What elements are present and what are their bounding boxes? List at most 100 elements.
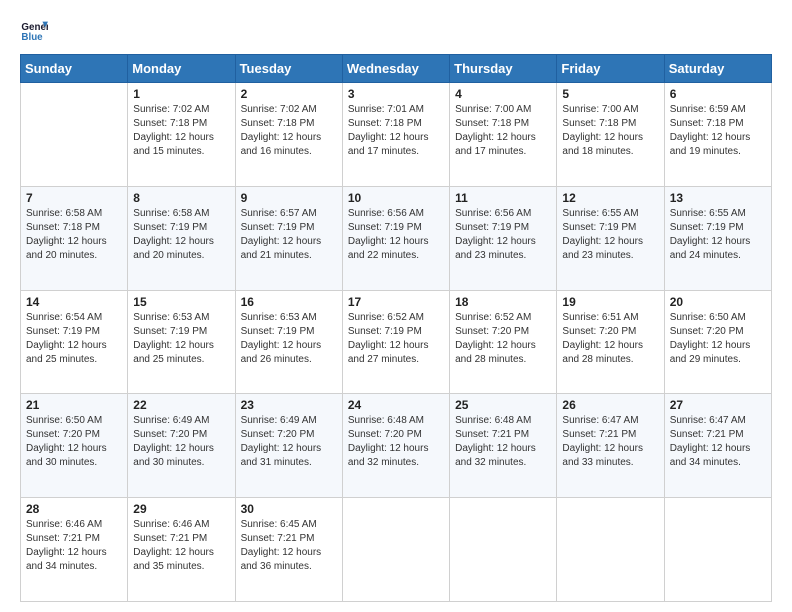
week-row: 14 Sunrise: 6:54 AM Sunset: 7:19 PM Dayli… bbox=[21, 290, 772, 394]
calendar-cell bbox=[450, 498, 557, 602]
header-day: Thursday bbox=[450, 55, 557, 83]
day-number: 2 bbox=[241, 87, 337, 101]
day-info: Sunrise: 6:56 AM Sunset: 7:19 PM Dayligh… bbox=[348, 207, 444, 263]
calendar-cell: 2 Sunrise: 7:02 AM Sunset: 7:18 PM Daylig… bbox=[235, 83, 342, 187]
day-info: Sunrise: 6:50 AM Sunset: 7:20 PM Dayligh… bbox=[670, 311, 766, 367]
day-number: 19 bbox=[562, 295, 658, 309]
calendar-cell: 24 Sunrise: 6:48 AM Sunset: 7:20 PM Dayli… bbox=[342, 394, 449, 498]
header-row: SundayMondayTuesdayWednesdayThursdayFrid… bbox=[21, 55, 772, 83]
day-number: 30 bbox=[241, 502, 337, 516]
day-number: 20 bbox=[670, 295, 766, 309]
day-info: Sunrise: 6:59 AM Sunset: 7:18 PM Dayligh… bbox=[670, 103, 766, 159]
day-number: 23 bbox=[241, 398, 337, 412]
calendar-cell: 1 Sunrise: 7:02 AM Sunset: 7:18 PM Daylig… bbox=[128, 83, 235, 187]
header-day: Saturday bbox=[664, 55, 771, 83]
day-number: 3 bbox=[348, 87, 444, 101]
day-info: Sunrise: 6:56 AM Sunset: 7:19 PM Dayligh… bbox=[455, 207, 551, 263]
calendar-cell: 9 Sunrise: 6:57 AM Sunset: 7:19 PM Daylig… bbox=[235, 186, 342, 290]
calendar-cell: 29Sunrise: 6:46 AM Sunset: 7:21 PM Dayli… bbox=[128, 498, 235, 602]
week-row: 7Sunrise: 6:58 AM Sunset: 7:18 PM Daylig… bbox=[21, 186, 772, 290]
day-number: 4 bbox=[455, 87, 551, 101]
calendar-cell: 16Sunrise: 6:53 AM Sunset: 7:19 PM Dayli… bbox=[235, 290, 342, 394]
day-info: Sunrise: 6:53 AM Sunset: 7:19 PM Dayligh… bbox=[241, 311, 337, 367]
day-info: Sunrise: 7:00 AM Sunset: 7:18 PM Dayligh… bbox=[455, 103, 551, 159]
calendar-cell: 4 Sunrise: 7:00 AM Sunset: 7:18 PM Daylig… bbox=[450, 83, 557, 187]
calendar-cell: 23Sunrise: 6:49 AM Sunset: 7:20 PM Dayli… bbox=[235, 394, 342, 498]
day-info: Sunrise: 6:48 AM Sunset: 7:21 PM Dayligh… bbox=[455, 414, 551, 470]
day-number: 6 bbox=[670, 87, 766, 101]
day-info: Sunrise: 6:47 AM Sunset: 7:21 PM Dayligh… bbox=[670, 414, 766, 470]
day-number: 17 bbox=[348, 295, 444, 309]
calendar-cell bbox=[557, 498, 664, 602]
calendar-cell: 17 Sunrise: 6:52 AM Sunset: 7:19 PM Dayli… bbox=[342, 290, 449, 394]
day-info: Sunrise: 6:53 AM Sunset: 7:19 PM Dayligh… bbox=[133, 311, 229, 367]
calendar-cell: 21 Sunrise: 6:50 AM Sunset: 7:20 PM Dayli… bbox=[21, 394, 128, 498]
calendar-cell: 25 Sunrise: 6:48 AM Sunset: 7:21 PM Dayli… bbox=[450, 394, 557, 498]
day-number: 25 bbox=[455, 398, 551, 412]
day-number: 11 bbox=[455, 191, 551, 205]
calendar-cell: 20 Sunrise: 6:50 AM Sunset: 7:20 PM Dayli… bbox=[664, 290, 771, 394]
page: General Blue SundayMondayTuesdayWednesda… bbox=[0, 0, 792, 612]
day-number: 12 bbox=[562, 191, 658, 205]
day-info: Sunrise: 7:02 AM Sunset: 7:18 PM Dayligh… bbox=[241, 103, 337, 159]
calendar-cell: 10Sunrise: 6:56 AM Sunset: 7:19 PM Dayli… bbox=[342, 186, 449, 290]
day-number: 9 bbox=[241, 191, 337, 205]
header-day: Tuesday bbox=[235, 55, 342, 83]
header-day: Friday bbox=[557, 55, 664, 83]
day-number: 15 bbox=[133, 295, 229, 309]
day-number: 27 bbox=[670, 398, 766, 412]
calendar-cell: 15 Sunrise: 6:53 AM Sunset: 7:19 PM Dayli… bbox=[128, 290, 235, 394]
day-info: Sunrise: 6:49 AM Sunset: 7:20 PM Dayligh… bbox=[133, 414, 229, 470]
svg-text:Blue: Blue bbox=[21, 32, 43, 43]
day-info: Sunrise: 6:54 AM Sunset: 7:19 PM Dayligh… bbox=[26, 311, 122, 367]
calendar-cell: 13 Sunrise: 6:55 AM Sunset: 7:19 PM Dayli… bbox=[664, 186, 771, 290]
day-info: Sunrise: 6:52 AM Sunset: 7:19 PM Dayligh… bbox=[348, 311, 444, 367]
day-number: 28 bbox=[26, 502, 122, 516]
day-info: Sunrise: 6:55 AM Sunset: 7:19 PM Dayligh… bbox=[670, 207, 766, 263]
header-day: Wednesday bbox=[342, 55, 449, 83]
week-row: 28Sunrise: 6:46 AM Sunset: 7:21 PM Dayli… bbox=[21, 498, 772, 602]
day-number: 8 bbox=[133, 191, 229, 205]
day-info: Sunrise: 6:48 AM Sunset: 7:20 PM Dayligh… bbox=[348, 414, 444, 470]
logo-icon: General Blue bbox=[20, 16, 48, 44]
day-info: Sunrise: 6:57 AM Sunset: 7:19 PM Dayligh… bbox=[241, 207, 337, 263]
calendar-cell bbox=[664, 498, 771, 602]
calendar-cell: 19Sunrise: 6:51 AM Sunset: 7:20 PM Dayli… bbox=[557, 290, 664, 394]
calendar-cell: 14 Sunrise: 6:54 AM Sunset: 7:19 PM Dayli… bbox=[21, 290, 128, 394]
calendar-cell: 27 Sunrise: 6:47 AM Sunset: 7:21 PM Dayli… bbox=[664, 394, 771, 498]
day-info: Sunrise: 6:50 AM Sunset: 7:20 PM Dayligh… bbox=[26, 414, 122, 470]
day-info: Sunrise: 6:52 AM Sunset: 7:20 PM Dayligh… bbox=[455, 311, 551, 367]
calendar-cell: 8 Sunrise: 6:58 AM Sunset: 7:19 PM Daylig… bbox=[128, 186, 235, 290]
calendar-cell: 7Sunrise: 6:58 AM Sunset: 7:18 PM Daylig… bbox=[21, 186, 128, 290]
day-info: Sunrise: 6:45 AM Sunset: 7:21 PM Dayligh… bbox=[241, 518, 337, 574]
day-number: 21 bbox=[26, 398, 122, 412]
week-row: 21 Sunrise: 6:50 AM Sunset: 7:20 PM Dayli… bbox=[21, 394, 772, 498]
logo: General Blue bbox=[20, 16, 52, 44]
calendar-cell: 26Sunrise: 6:47 AM Sunset: 7:21 PM Dayli… bbox=[557, 394, 664, 498]
day-number: 24 bbox=[348, 398, 444, 412]
header-day: Sunday bbox=[21, 55, 128, 83]
calendar-cell bbox=[21, 83, 128, 187]
day-info: Sunrise: 7:00 AM Sunset: 7:18 PM Dayligh… bbox=[562, 103, 658, 159]
day-info: Sunrise: 6:47 AM Sunset: 7:21 PM Dayligh… bbox=[562, 414, 658, 470]
header: General Blue bbox=[20, 16, 772, 44]
calendar-cell: 6 Sunrise: 6:59 AM Sunset: 7:18 PM Daylig… bbox=[664, 83, 771, 187]
calendar-table: SundayMondayTuesdayWednesdayThursdayFrid… bbox=[20, 54, 772, 602]
day-info: Sunrise: 7:01 AM Sunset: 7:18 PM Dayligh… bbox=[348, 103, 444, 159]
calendar-cell bbox=[342, 498, 449, 602]
day-info: Sunrise: 6:55 AM Sunset: 7:19 PM Dayligh… bbox=[562, 207, 658, 263]
calendar-cell: 30 Sunrise: 6:45 AM Sunset: 7:21 PM Dayli… bbox=[235, 498, 342, 602]
day-number: 29 bbox=[133, 502, 229, 516]
day-number: 7 bbox=[26, 191, 122, 205]
calendar-cell: 5Sunrise: 7:00 AM Sunset: 7:18 PM Daylig… bbox=[557, 83, 664, 187]
day-info: Sunrise: 6:58 AM Sunset: 7:19 PM Dayligh… bbox=[133, 207, 229, 263]
day-number: 13 bbox=[670, 191, 766, 205]
calendar-cell: 3 Sunrise: 7:01 AM Sunset: 7:18 PM Daylig… bbox=[342, 83, 449, 187]
day-number: 1 bbox=[133, 87, 229, 101]
header-day: Monday bbox=[128, 55, 235, 83]
day-info: Sunrise: 7:02 AM Sunset: 7:18 PM Dayligh… bbox=[133, 103, 229, 159]
day-number: 14 bbox=[26, 295, 122, 309]
calendar-cell: 18 Sunrise: 6:52 AM Sunset: 7:20 PM Dayli… bbox=[450, 290, 557, 394]
day-number: 22 bbox=[133, 398, 229, 412]
day-number: 18 bbox=[455, 295, 551, 309]
